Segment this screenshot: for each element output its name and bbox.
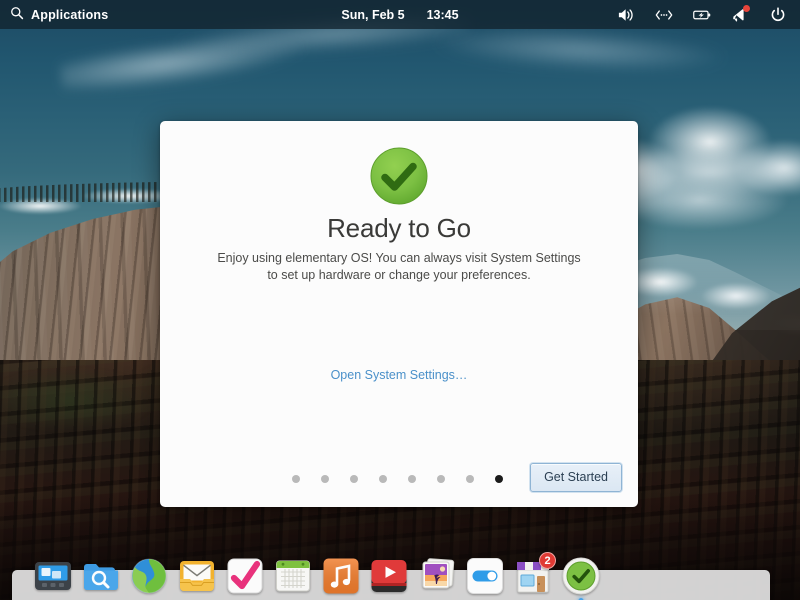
web-browser-icon	[131, 558, 167, 594]
notification-icon[interactable]	[731, 4, 750, 24]
multitasking-view-icon	[35, 562, 71, 590]
open-system-settings-link[interactable]: Open System Settings…	[160, 368, 638, 382]
get-started-button[interactable]: Get Started	[530, 463, 622, 492]
battery-charging-icon[interactable]	[693, 6, 711, 24]
pagination-dot[interactable]	[349, 475, 358, 483]
pagination-dot[interactable]	[320, 475, 329, 483]
dock-item-calendar[interactable]	[271, 554, 315, 598]
datetime-indicator[interactable]: Sun, Feb 5 13:45	[295, 8, 505, 22]
top-panel: Applications Sun, Feb 5 13:45	[0, 0, 800, 29]
network-icon[interactable]	[655, 6, 673, 24]
tasks-icon	[227, 558, 263, 594]
pagination-dot-active[interactable]	[494, 475, 503, 483]
system-settings-icon	[467, 558, 503, 594]
power-icon[interactable]	[769, 6, 787, 24]
pagination-dot[interactable]	[378, 475, 387, 483]
pagination-dot[interactable]	[465, 475, 474, 483]
dock-item-photos[interactable]	[415, 554, 459, 598]
dock-item-appcenter[interactable]: 2	[511, 552, 556, 598]
applications-label: Applications	[31, 7, 109, 22]
sound-icon[interactable]	[617, 6, 635, 24]
panel-date: Sun, Feb 5	[341, 7, 405, 22]
dock-item-videos[interactable]	[367, 554, 411, 598]
pagination-dot[interactable]	[436, 475, 445, 483]
dock-item-tasks[interactable]	[223, 554, 267, 598]
panel-indicators	[617, 4, 800, 24]
dock-item-music[interactable]	[319, 554, 363, 598]
files-icon	[84, 564, 118, 590]
photos-icon	[422, 558, 455, 589]
panel-time: 13:45	[426, 7, 459, 22]
applications-menu-button[interactable]: Applications	[0, 6, 108, 23]
onboarding-dialog: Ready to Go Enjoy using elementary OS! Y…	[160, 121, 638, 507]
music-icon	[323, 558, 359, 594]
dock-item-installer[interactable]	[559, 554, 603, 600]
installer-check-icon	[562, 557, 600, 595]
dock-item-mail[interactable]	[175, 554, 219, 598]
dock: 2	[12, 540, 770, 600]
dialog-description: Enjoy using elementary OS! You can alway…	[217, 251, 581, 282]
dock-item-multitasking-view[interactable]	[31, 554, 75, 598]
page-title: Ready to Go	[327, 213, 471, 243]
dock-item-web-browser[interactable]	[127, 554, 171, 598]
videos-icon	[371, 560, 407, 592]
success-check-icon	[369, 146, 429, 206]
search-icon	[10, 6, 24, 23]
dock-item-system-settings[interactable]	[463, 554, 507, 598]
mail-icon	[180, 561, 214, 591]
pagination-dot[interactable]	[407, 475, 416, 483]
dock-item-files[interactable]	[79, 554, 123, 598]
calendar-icon	[276, 560, 310, 592]
pagination-dot[interactable]	[291, 475, 300, 483]
notification-badge-dot	[743, 4, 750, 12]
appcenter-badge: 2	[539, 552, 556, 569]
